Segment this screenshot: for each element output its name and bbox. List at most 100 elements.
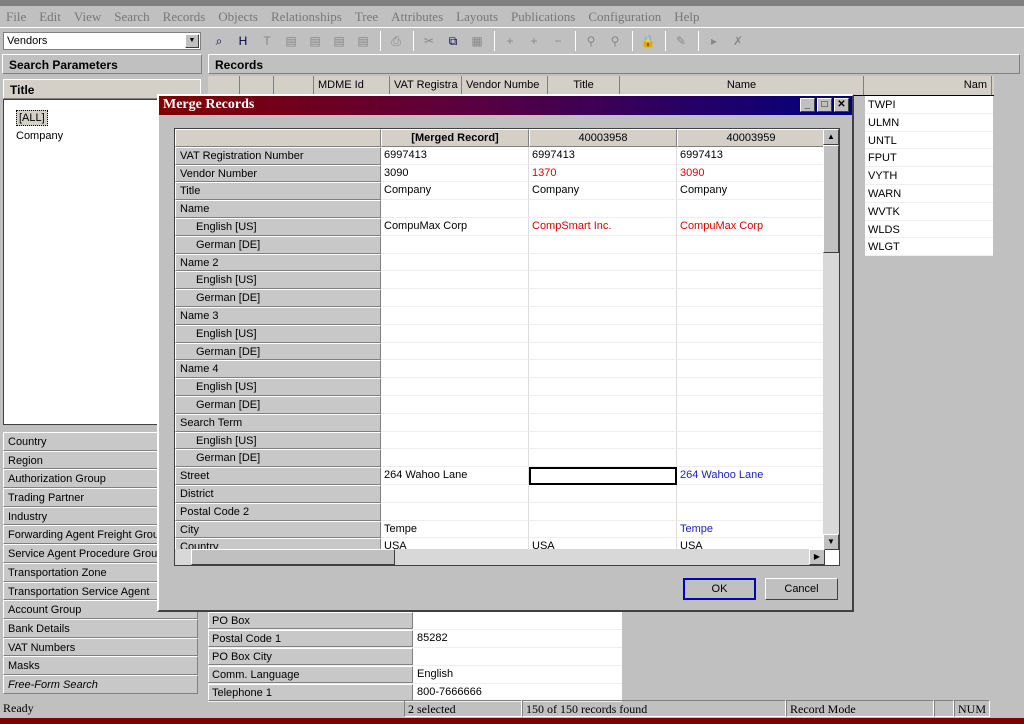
scroll-up-icon[interactable]: ▲ [823, 129, 839, 145]
merge-cell[interactable]: 3090 [677, 164, 825, 183]
menu-view[interactable]: View [74, 9, 101, 25]
merge-cell[interactable] [529, 235, 677, 254]
find-icon[interactable]: ⚲ [580, 31, 602, 51]
merge-cell[interactable] [529, 484, 677, 503]
merge-cell[interactable] [677, 360, 825, 379]
horizontal-scrollbar[interactable]: ▶ [175, 549, 825, 565]
merge-cell[interactable] [381, 431, 529, 450]
detail-value[interactable]: 85282 [413, 630, 622, 647]
merge-cell[interactable]: CompuMax Corp [381, 217, 529, 236]
add-mark-icon[interactable]: ▸ [703, 31, 725, 51]
merge-cell[interactable] [381, 484, 529, 503]
menu-relationships[interactable]: Relationships [271, 9, 342, 25]
merge-cell[interactable] [529, 271, 677, 290]
scroll-right-icon[interactable]: ▶ [809, 549, 825, 565]
menu-records[interactable]: Records [163, 9, 206, 25]
merge-cell[interactable]: Company [529, 182, 677, 201]
check-icon[interactable]: ✎ [670, 31, 692, 51]
merge-cell[interactable]: 6997413 [677, 146, 825, 165]
menu-publications[interactable]: Publications [511, 9, 575, 25]
records-column-header[interactable]: Nam [864, 76, 992, 95]
merge-cell[interactable]: CompuMax Corp [677, 217, 825, 236]
merge-cell[interactable] [381, 360, 529, 379]
records-name-cell[interactable]: TWPI [865, 96, 993, 114]
merge-cell[interactable]: Tempe [381, 520, 529, 539]
cut-icon[interactable]: ✂ [418, 31, 440, 51]
merge-cell[interactable]: 6997413 [381, 146, 529, 165]
merge-cell[interactable] [529, 413, 677, 432]
menu-edit[interactable]: Edit [39, 9, 61, 25]
merge-cell[interactable] [677, 253, 825, 272]
menu-search[interactable]: Search [114, 9, 149, 25]
merge-cell[interactable]: Company [677, 182, 825, 201]
merge-cell[interactable] [381, 200, 529, 218]
merge-cell[interactable] [677, 378, 825, 396]
menu-layouts[interactable]: Layouts [456, 9, 498, 25]
records-column-header[interactable]: Name [620, 76, 864, 95]
records-name-cell[interactable]: WARN [865, 185, 993, 203]
copy-icon[interactable]: ⧉ [442, 31, 464, 51]
merge-cell[interactable] [381, 449, 529, 468]
records-name-cell[interactable]: FPUT [865, 149, 993, 168]
merge-cell[interactable] [529, 324, 677, 343]
merge-cell[interactable] [381, 253, 529, 272]
merge-column-header[interactable]: 40003958 [529, 129, 677, 147]
merge-cell[interactable] [381, 324, 529, 343]
search-param-item[interactable]: Free-Form Search [3, 674, 198, 694]
insert-row-icon[interactable]: + [523, 31, 545, 51]
merge-cell[interactable] [529, 431, 677, 450]
merge-cell[interactable] [529, 200, 677, 218]
records-name-cell[interactable]: WLDS [865, 221, 993, 239]
merge-cell[interactable] [677, 342, 825, 361]
detail-value[interactable]: 800-7666666 [413, 684, 622, 701]
merge-cell[interactable] [381, 306, 529, 325]
images-icon[interactable]: ▤ [352, 31, 374, 51]
merge-cell[interactable] [529, 378, 677, 396]
records-name-cell[interactable]: WVTK [865, 203, 993, 221]
merge-cell[interactable] [677, 289, 825, 307]
merge-cell[interactable] [677, 200, 825, 218]
records-name-cell[interactable]: UNTL [865, 132, 993, 150]
merge-cell[interactable] [529, 253, 677, 272]
merge-cell[interactable]: 3090 [381, 164, 529, 183]
merge-cell[interactable] [677, 484, 825, 503]
merge-cell[interactable] [529, 520, 677, 539]
merge-cell[interactable] [381, 395, 529, 414]
merge-cell[interactable] [677, 449, 825, 468]
merge-cell[interactable] [529, 360, 677, 379]
records-column-header[interactable] [274, 76, 314, 95]
merge-cell[interactable] [529, 395, 677, 414]
detail-value[interactable] [413, 612, 622, 629]
ok-button[interactable]: OK [683, 578, 756, 600]
menu-help[interactable]: Help [674, 9, 699, 25]
detail-value[interactable]: English [413, 666, 622, 683]
merge-cell[interactable] [529, 502, 677, 521]
merge-cell[interactable] [677, 413, 825, 432]
chevron-down-icon[interactable]: ▼ [185, 34, 199, 48]
merge-cell[interactable] [381, 378, 529, 396]
merge-cell[interactable] [529, 342, 677, 361]
menu-tree[interactable]: Tree [355, 9, 378, 25]
merge-cell[interactable] [529, 306, 677, 325]
merge-cell[interactable] [677, 306, 825, 325]
records-name-cell[interactable]: VYTH [865, 167, 993, 185]
hscroll-thumb[interactable] [191, 549, 395, 565]
merge-cell[interactable] [677, 324, 825, 343]
merge-cell[interactable]: Company [381, 182, 529, 201]
menu-objects[interactable]: Objects [218, 9, 258, 25]
family-icon[interactable]: ▤ [280, 31, 302, 51]
search-records-icon[interactable]: ⌕ [208, 31, 230, 51]
merge-cell[interactable] [381, 502, 529, 521]
merge-cell[interactable] [529, 449, 677, 468]
delete-row-icon[interactable]: − [547, 31, 569, 51]
merge-column-header[interactable]: 40003959 [677, 129, 825, 147]
merge-cell[interactable] [677, 502, 825, 521]
menu-configuration[interactable]: Configuration [588, 9, 661, 25]
minimize-icon[interactable]: _ [800, 98, 815, 112]
records-column-header[interactable] [208, 76, 240, 95]
records-column-header[interactable] [240, 76, 274, 95]
table-selector[interactable]: Vendors ▼ [3, 32, 201, 50]
records-name-cell[interactable]: ULMN [865, 114, 993, 132]
lock-icon[interactable]: 🔒 [637, 31, 659, 51]
search-param-item[interactable]: VAT Numbers [3, 637, 198, 657]
